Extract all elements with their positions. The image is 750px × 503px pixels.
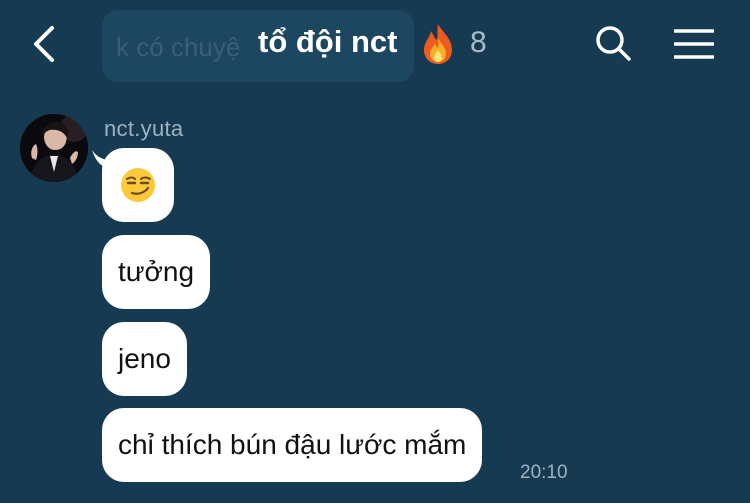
search-icon[interactable] xyxy=(594,24,632,62)
avatar-photo xyxy=(20,114,88,182)
smirk-face-icon xyxy=(121,168,155,202)
message-bubble[interactable]: jeno xyxy=(102,322,187,396)
chat-header: k có chuyệ tổ đội nct 8 xyxy=(0,0,750,88)
sender-name[interactable]: nct.yuta xyxy=(104,116,183,142)
pinned-message-text: k có chuyệ xyxy=(116,32,241,62)
message-text: jeno xyxy=(118,343,171,374)
hamburger-menu-icon[interactable] xyxy=(674,28,714,60)
avatar[interactable] xyxy=(20,114,88,182)
chevron-left-icon[interactable] xyxy=(28,24,62,64)
member-count: 8 xyxy=(470,26,487,59)
message-bubble[interactable]: tưởng xyxy=(102,235,211,309)
message-text: chỉ thích bún đậu lước mắm xyxy=(118,429,467,460)
message-text: tưởng xyxy=(118,256,195,287)
message-timestamp: 20:10 xyxy=(520,462,568,483)
group-title[interactable]: tổ đội nct xyxy=(258,24,397,60)
message-bubble[interactable] xyxy=(102,148,174,222)
fire-icon xyxy=(424,24,452,64)
message-bubble[interactable]: chỉ thích bún đậu lước mắm xyxy=(102,408,483,482)
